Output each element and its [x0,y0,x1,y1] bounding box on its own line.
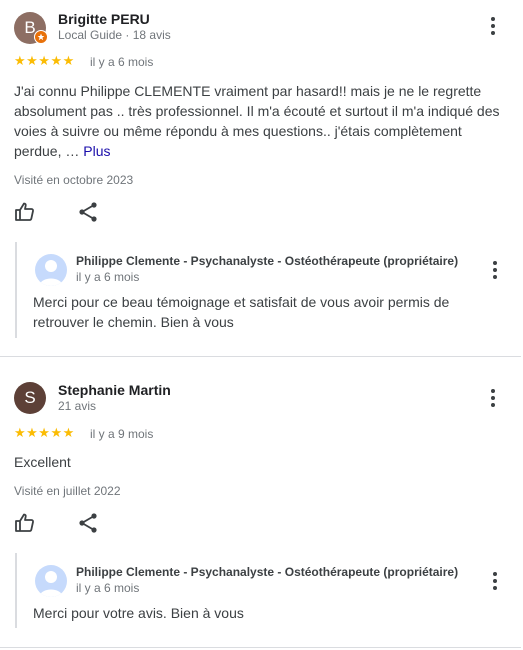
star-rating: ★★★★★ [14,53,75,68]
avatar[interactable]: S [14,382,46,414]
reply-date: il y a 6 mois [76,581,140,595]
reply-date: il y a 6 mois [76,270,140,284]
more-link[interactable]: Plus [83,143,110,159]
owner-avatar [35,254,67,286]
reply-text: Merci pour ce beau témoignage et satisfa… [33,294,450,330]
thumb-up-icon[interactable] [13,511,37,535]
more-vert-icon[interactable] [485,569,505,593]
review-text: Excellent [14,454,71,470]
more-vert-icon[interactable] [483,14,503,38]
owner-reply: Philippe Clemente - Psychanalyste - Osté… [15,242,497,338]
star-rating: ★★★★★ [14,425,75,440]
local-guide-badge-icon [34,30,48,44]
owner-avatar [35,565,67,597]
reviewer-name[interactable]: Brigitte PERU [58,11,150,27]
owner-name[interactable]: Philippe Clemente - Psychanalyste - Osté… [76,254,458,268]
visited-date: Visité en octobre 2023 [14,173,134,187]
more-vert-icon[interactable] [485,258,505,282]
reviewer-name[interactable]: Stephanie Martin [58,382,171,398]
review-text: J'ai connu Philippe CLEMENTE vraiment pa… [14,81,504,161]
owner-name[interactable]: Philippe Clemente - Psychanalyste - Osté… [76,565,458,579]
share-icon[interactable] [76,511,100,535]
reviewer-meta[interactable]: 21 avis [58,399,96,413]
visited-date: Visité en juillet 2022 [14,484,121,498]
review-divider [0,647,521,648]
review-date: il y a 6 mois [90,55,154,69]
reply-text: Merci pour votre avis. Bien à vous [33,605,244,621]
review-divider [0,356,521,357]
thumb-up-icon[interactable] [13,200,37,224]
owner-reply: Philippe Clemente - Psychanalyste - Osté… [15,553,497,628]
more-vert-icon[interactable] [483,386,503,410]
share-icon[interactable] [76,200,100,224]
review-date: il y a 9 mois [90,427,154,441]
reviewer-meta[interactable]: Local Guide · 18 avis [58,28,171,42]
